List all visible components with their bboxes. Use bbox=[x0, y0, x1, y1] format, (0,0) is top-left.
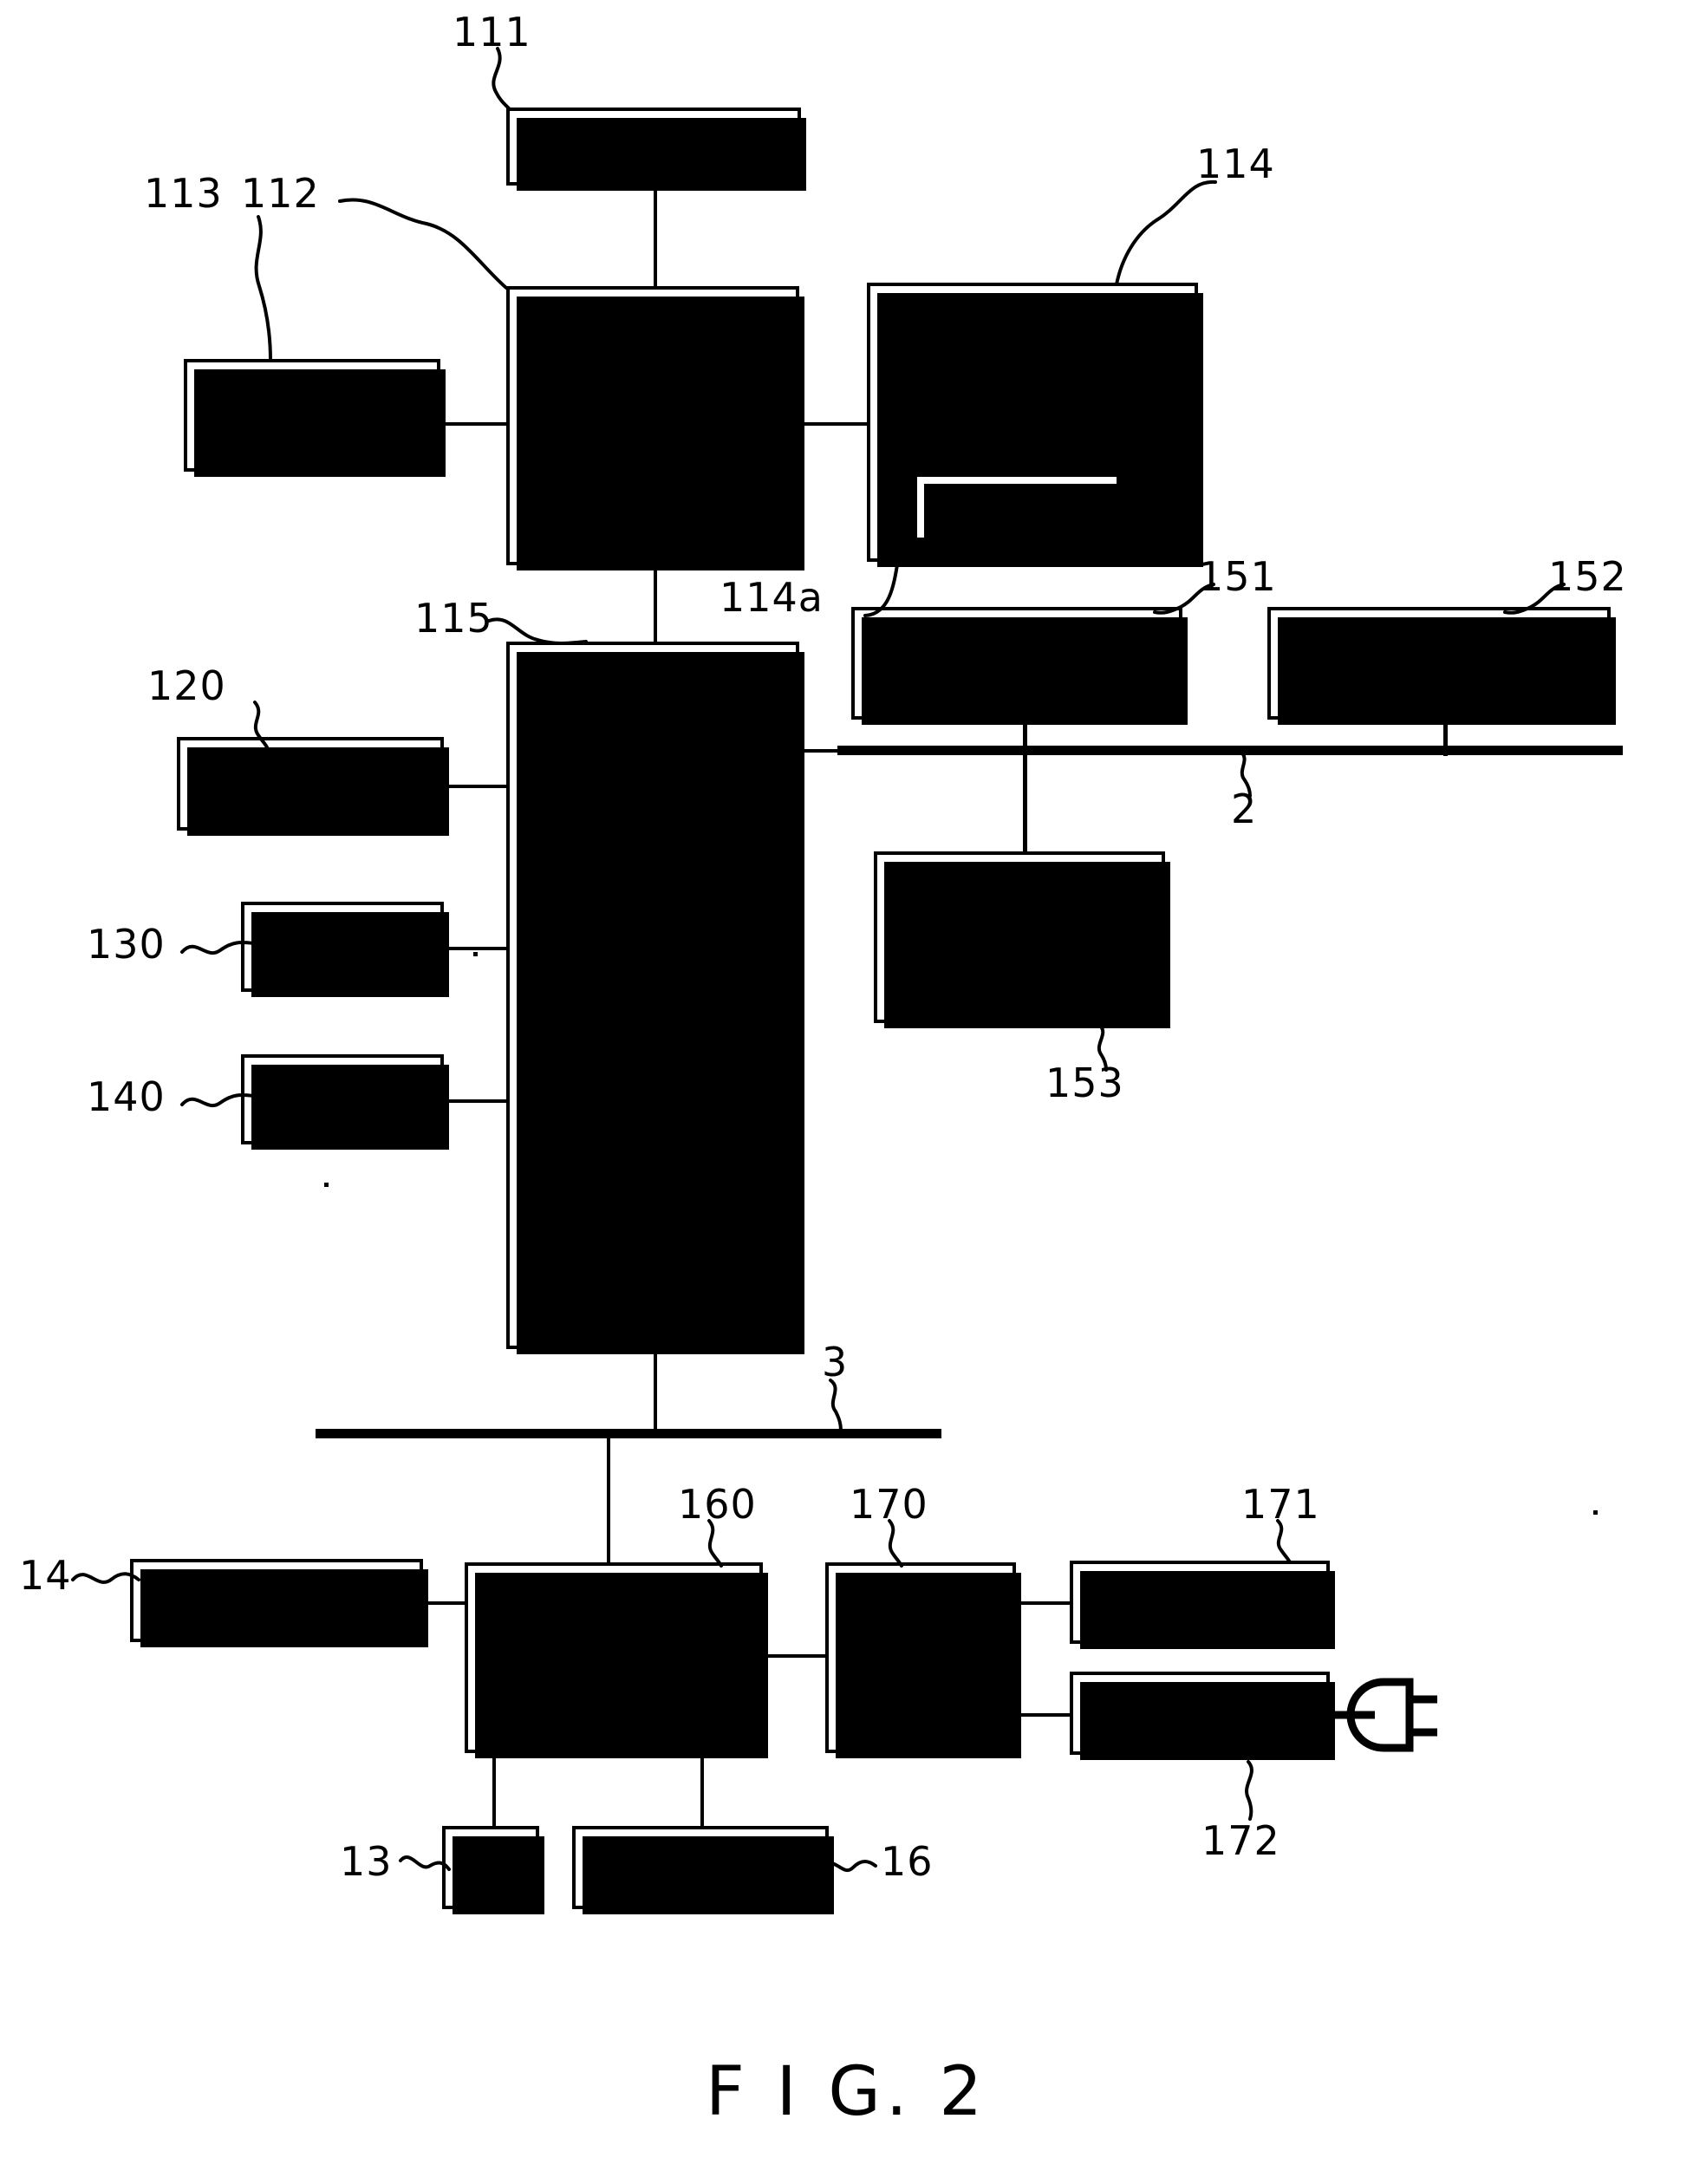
connector-northbridge-graphics bbox=[799, 422, 867, 426]
ref-numeral-3: 3 bbox=[822, 1339, 849, 1385]
block-cpu-label: CPU bbox=[613, 122, 694, 170]
ref-numeral-120: 120 bbox=[147, 662, 226, 709]
figure-caption: F I G. 2 bbox=[705, 2053, 988, 2131]
connector-odd-southbridge bbox=[444, 1099, 510, 1103]
ref-numeral-2: 2 bbox=[1231, 786, 1258, 832]
block-south-bridge-label: South bridge bbox=[591, 951, 714, 1039]
ref-numeral-152: 152 bbox=[1548, 553, 1627, 600]
ref-numeral-153: 153 bbox=[1045, 1059, 1124, 1106]
ref-numeral-130: 130 bbox=[87, 921, 166, 968]
block-power-button[interactable]: Power button bbox=[130, 1559, 428, 1647]
scan-speck bbox=[1593, 1510, 1598, 1515]
leader-16 bbox=[822, 1860, 877, 1872]
ref-numeral-151: 151 bbox=[1198, 553, 1277, 600]
ref-numeral-115: 115 bbox=[414, 595, 493, 642]
ref-numeral-16: 16 bbox=[881, 1838, 934, 1885]
scan-speck bbox=[473, 952, 478, 956]
leader-114 bbox=[1115, 179, 1217, 286]
block-touch-pad-label: Touch pad bbox=[603, 1845, 798, 1890]
block-graphics-controller-label: Graphics controller bbox=[941, 308, 1123, 395]
ref-numeral-114: 114 bbox=[1196, 140, 1275, 187]
scan-speck bbox=[324, 1183, 329, 1187]
block-lan-controller-label: LAN controller bbox=[926, 619, 1108, 707]
block-north-bridge-label: North bridge bbox=[591, 381, 714, 469]
connector-biosrom-southbridge bbox=[444, 785, 510, 788]
block-card-controller[interactable]: Card controller bbox=[874, 851, 1170, 1028]
connector-powersupply-battery bbox=[1016, 1601, 1070, 1605]
block-touch-pad[interactable]: Touch pad bbox=[572, 1826, 834, 1914]
connector-southbridge-bus3 bbox=[654, 1349, 657, 1432]
block-hdd[interactable]: HDD bbox=[241, 902, 449, 997]
ref-numeral-14: 14 bbox=[19, 1552, 72, 1599]
block-kb-label: KB bbox=[465, 1845, 517, 1890]
connector-bus3-eckbc bbox=[607, 1432, 610, 1565]
connector-powerbutton-eckbc bbox=[423, 1601, 465, 1605]
connector-powersupply-acadapter bbox=[1016, 1713, 1070, 1717]
ref-numeral-113: 113 bbox=[144, 170, 223, 217]
block-vram-label: VRAM bbox=[961, 485, 1072, 530]
leader-140 bbox=[180, 1093, 255, 1108]
block-odd[interactable]: ODD bbox=[241, 1054, 449, 1150]
block-odd-label: ODD bbox=[297, 1077, 387, 1122]
ref-numeral-112: 112 bbox=[241, 170, 320, 217]
block-hdd-label: HDD bbox=[298, 924, 387, 969]
block-power-button-label: Power button bbox=[149, 1578, 404, 1623]
leader-113 bbox=[254, 215, 272, 362]
leader-bus3 bbox=[829, 1379, 843, 1432]
power-plug-icon bbox=[1330, 1678, 1437, 1752]
ref-numeral-171: 171 bbox=[1241, 1481, 1320, 1528]
connector-hdd-southbridge bbox=[444, 947, 510, 950]
ref-numeral-170: 170 bbox=[850, 1481, 928, 1528]
pci-bus-bar bbox=[837, 746, 1623, 755]
block-lan-controller[interactable]: LAN controller bbox=[851, 607, 1188, 725]
ref-numeral-114a: 114a bbox=[720, 574, 824, 621]
block-battery[interactable]: Battery bbox=[1070, 1561, 1335, 1649]
block-main-memory[interactable]: Main memory bbox=[184, 359, 446, 477]
leader-13 bbox=[399, 1855, 451, 1871]
connector-card-bus2 bbox=[1023, 756, 1027, 851]
leader-130 bbox=[180, 941, 255, 955]
patent-figure-2: CPU North bridge Main memory Graphics co… bbox=[0, 0, 1693, 2184]
block-bios-rom-label: BIOS-ROM bbox=[212, 761, 408, 806]
block-kb[interactable]: KB bbox=[442, 1826, 544, 1914]
block-north-bridge[interactable]: North bridge bbox=[506, 286, 804, 570]
ref-numeral-13: 13 bbox=[340, 1838, 393, 1885]
connector-eckbc-kb bbox=[492, 1753, 496, 1828]
block-cpu[interactable]: CPU bbox=[506, 108, 806, 191]
block-bios-rom[interactable]: BIOS-ROM bbox=[177, 737, 449, 836]
block-battery-label: Battery bbox=[1129, 1580, 1271, 1625]
block-ac-adapter[interactable]: AC adapter bbox=[1070, 1672, 1335, 1760]
leader-115 bbox=[487, 617, 588, 645]
block-ec-kbc-label: EC/KBC bbox=[540, 1633, 687, 1681]
block-vram[interactable]: VRAM bbox=[914, 473, 1125, 546]
leader-14 bbox=[71, 1572, 140, 1584]
ref-numeral-111: 111 bbox=[453, 9, 531, 55]
leader-170 bbox=[888, 1519, 903, 1568]
block-ac-adapter-label: AC adapter bbox=[1092, 1691, 1307, 1736]
leader-172 bbox=[1245, 1760, 1253, 1821]
connector-eckbc-powersupply bbox=[763, 1654, 825, 1658]
block-south-bridge[interactable]: South bridge bbox=[506, 642, 804, 1354]
ref-numeral-160: 160 bbox=[678, 1481, 757, 1528]
ref-numeral-172: 172 bbox=[1201, 1817, 1280, 1864]
block-power-supply-circuit-label: Power supply circuit bbox=[860, 1595, 981, 1720]
leader-120 bbox=[253, 701, 269, 749]
connector-mainmemory-northbridge bbox=[440, 422, 510, 426]
block-ec-kbc[interactable]: EC/KBC bbox=[465, 1562, 768, 1758]
leader-111 bbox=[492, 47, 511, 111]
leader-112 bbox=[338, 198, 508, 290]
connector-northbridge-southbridge bbox=[654, 565, 657, 649]
block-power-supply-circuit[interactable]: Power supply circuit bbox=[825, 1562, 1021, 1758]
leader-160 bbox=[707, 1519, 723, 1568]
block-main-memory-label: Main memory bbox=[232, 371, 392, 459]
connector-eckbc-touchpad bbox=[700, 1753, 704, 1828]
ref-numeral-140: 140 bbox=[87, 1073, 166, 1120]
block-card-controller-label: Card controller bbox=[928, 893, 1110, 981]
